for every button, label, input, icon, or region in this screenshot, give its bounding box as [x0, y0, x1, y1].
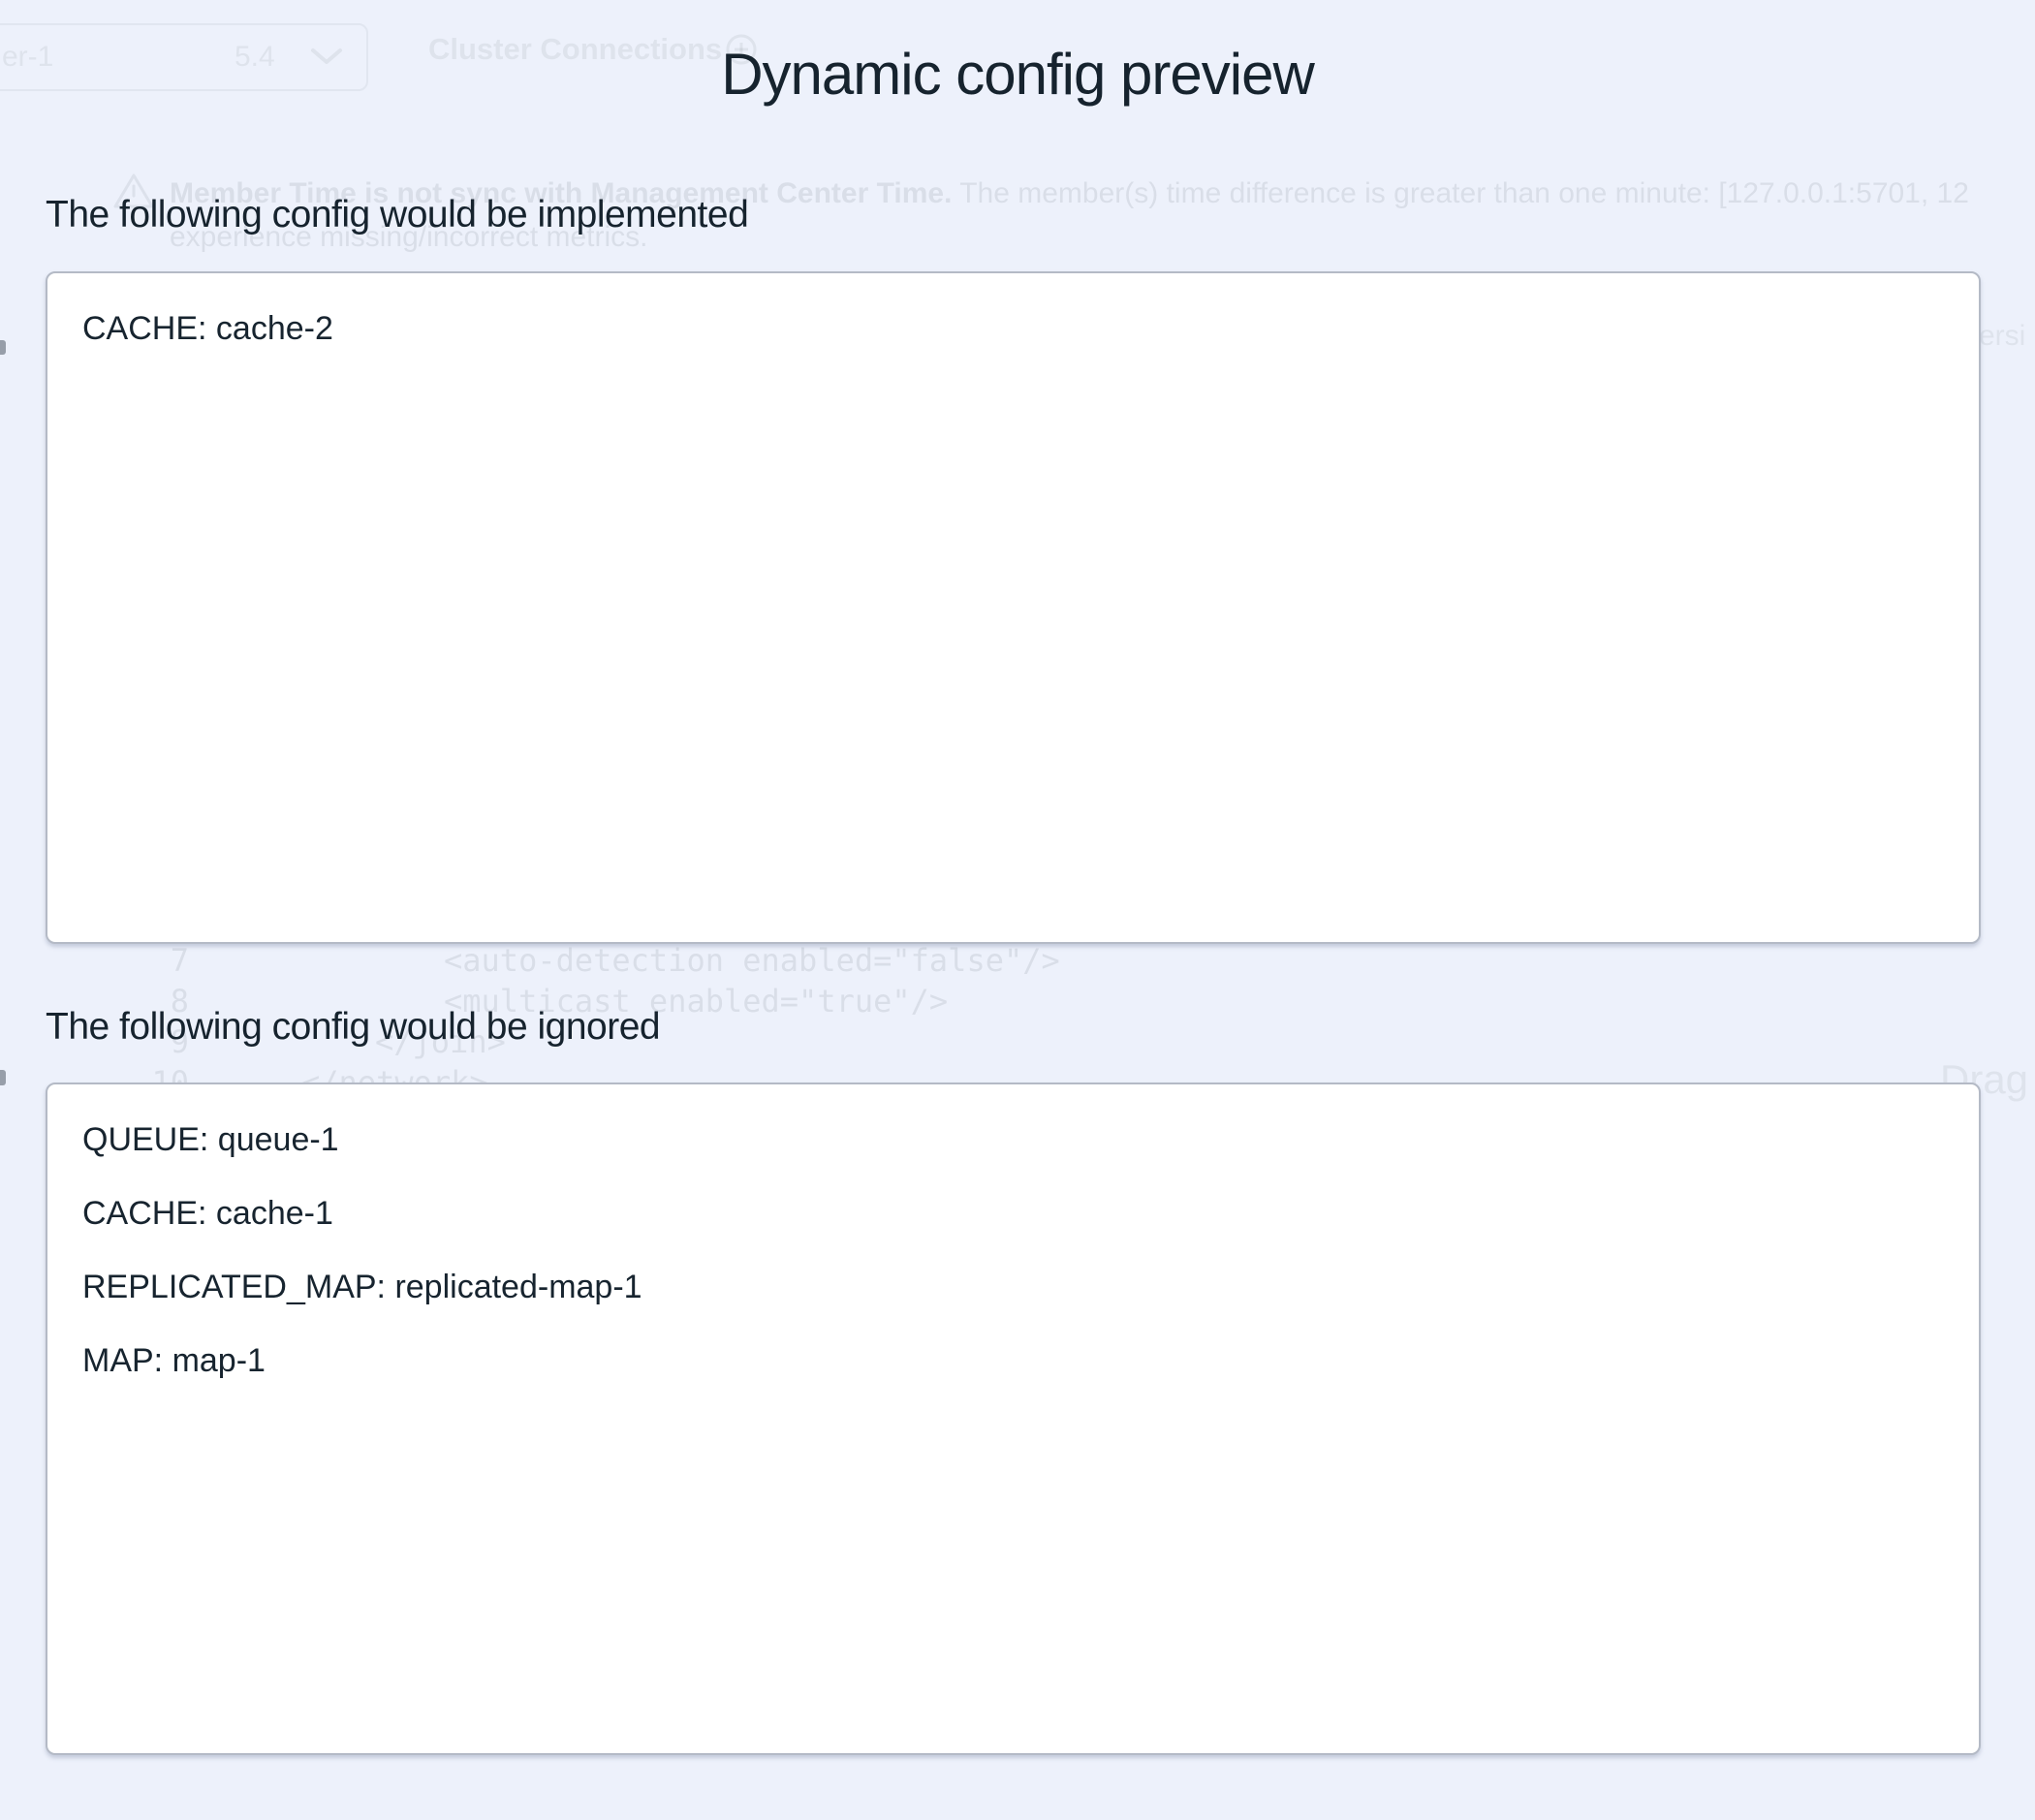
config-item: QUEUE: queue-1: [82, 1117, 1944, 1162]
implemented-config-panel: CACHE: cache-2: [46, 271, 1981, 944]
ignored-config-heading: The following config would be ignored: [46, 1006, 660, 1049]
implemented-config-heading: The following config would be implemente…: [46, 194, 748, 236]
config-item: REPLICATED_MAP: replicated-map-1: [82, 1265, 1944, 1309]
dynamic-config-preview-dialog: Dynamic config preview The following con…: [0, 0, 2035, 1820]
config-item: CACHE: cache-1: [82, 1191, 1944, 1236]
config-item: CACHE: cache-2: [82, 306, 1944, 351]
config-item: MAP: map-1: [82, 1338, 1944, 1383]
ignored-config-panel: QUEUE: queue-1 CACHE: cache-1 REPLICATED…: [46, 1083, 1981, 1755]
dialog-title: Dynamic config preview: [0, 41, 2035, 108]
